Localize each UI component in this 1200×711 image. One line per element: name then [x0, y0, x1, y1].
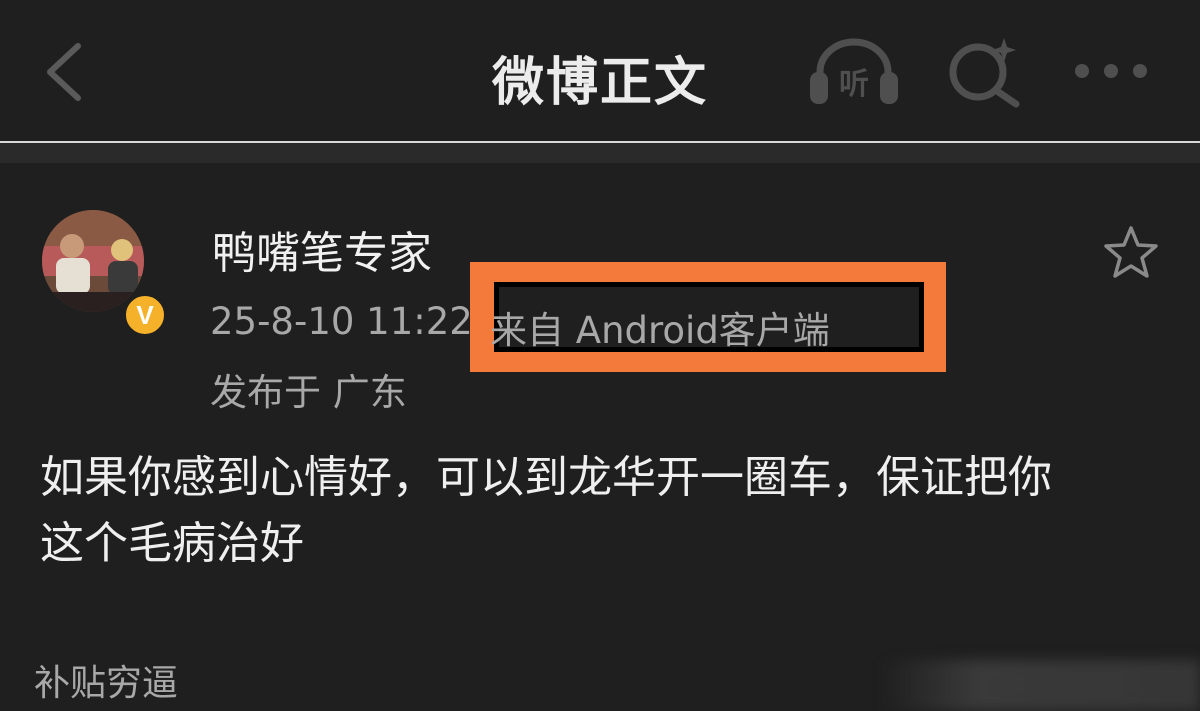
post-container	[0, 163, 1200, 711]
post-content-line: 如果你感到心情好，可以到龙华开一圈车，保证把你	[40, 452, 1052, 503]
post-content-line: 这个毛病治好	[40, 518, 304, 569]
topic-tag[interactable]: 补贴穷逼	[34, 654, 178, 706]
section-gap	[0, 143, 1200, 163]
search-sparkle-icon[interactable]	[944, 34, 1024, 108]
post-meta: 25-8-10 11:22	[210, 300, 473, 343]
chevron-left-icon[interactable]	[40, 40, 90, 104]
more-dots-icon[interactable]	[1070, 56, 1152, 86]
post-source: 来自 Android客户端	[490, 309, 830, 352]
star-icon[interactable]	[1102, 224, 1160, 280]
author-name[interactable]: 鸭嘴笔专家	[212, 217, 432, 281]
post-location: 发布于 广东	[210, 371, 407, 414]
blurred-region	[880, 660, 1200, 711]
post-timestamp: 25-8-10 11:22	[210, 300, 473, 343]
avatar-image	[42, 210, 144, 312]
verified-badge: V	[122, 292, 168, 338]
top-navigation-bar: 微博正文 听	[0, 0, 1200, 141]
post-content: 如果你感到心情好，可以到龙华开一圈车，保证把你 这个毛病治好	[40, 445, 1170, 577]
author-avatar[interactable]	[42, 210, 144, 312]
listen-label: 听	[839, 67, 869, 102]
headphones-icon[interactable]: 听	[806, 36, 902, 106]
